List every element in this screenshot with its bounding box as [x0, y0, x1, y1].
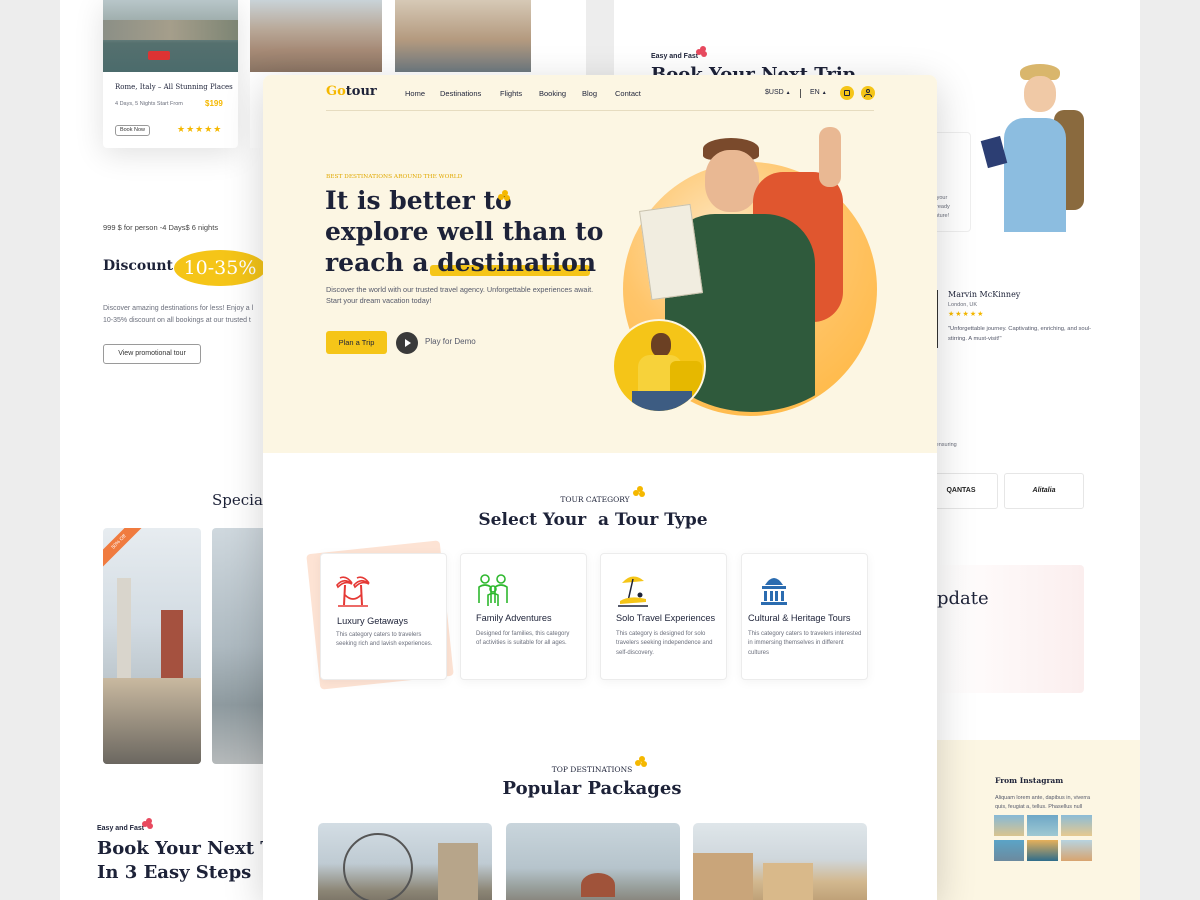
hero-headline-2: explore well than to	[325, 217, 604, 246]
play-demo-label[interactable]: Play for Demo	[425, 337, 476, 346]
shopping-bag-icon[interactable]	[840, 86, 854, 100]
tour-type-card-family[interactable]: Family Adventures Designed for families,…	[460, 553, 587, 680]
rome-photo	[103, 0, 238, 72]
street-photo	[395, 0, 531, 72]
instagram-title: From Instagram	[995, 776, 1064, 785]
nav-divider	[800, 89, 801, 98]
promo-text-2: 10-35% discount on all bookings at our t…	[103, 317, 251, 324]
testimonial-quote: "Unforgettable journey. Captivating, enr…	[948, 326, 1092, 342]
promo-text-1: Discover amazing destinations for less! …	[103, 305, 254, 312]
secondary-traveler-photo	[612, 319, 706, 413]
venice-photo: 50% Off	[103, 528, 201, 764]
steps-eyebrow: Easy and Fast	[97, 825, 145, 832]
partner-qantas-label: QANTAS	[946, 487, 976, 494]
nav-contact[interactable]: Contact	[615, 89, 641, 98]
tour-card-rating: ★★★★★	[177, 124, 223, 134]
book-now-button[interactable]: Book Now	[115, 125, 150, 136]
tour-card-price: $199	[205, 99, 223, 108]
flower-icon	[633, 486, 645, 498]
nav-booking[interactable]: Booking	[539, 89, 566, 98]
flower-icon	[635, 756, 647, 768]
tour-type-desc: Designed for families, this category of …	[476, 631, 570, 647]
testimonial-rating: ★★★★★	[948, 311, 985, 318]
nav-blog[interactable]: Blog	[582, 89, 597, 98]
tour-type-title: Solo Travel Experiences	[616, 613, 716, 623]
hero-headline-1: It is better to	[325, 186, 512, 215]
testimonial-name: Marvin McKinney	[948, 290, 1021, 299]
tour-type-desc: This category is designed for solo trave…	[616, 631, 713, 656]
package-photo-florence[interactable]	[506, 823, 680, 900]
logo-part2: tour	[345, 84, 377, 99]
package-photo-street[interactable]	[693, 823, 867, 900]
temple-icon	[761, 578, 787, 605]
package-photo-london[interactable]	[318, 823, 492, 900]
tour-card-title: Rome, Italy – All Stunning Places	[115, 83, 233, 91]
instagram-grid	[994, 815, 1094, 863]
update-panel	[937, 565, 1084, 693]
hero-description: Discover the world with our trusted trav…	[326, 285, 594, 305]
hero-headline-3-highlight: destination	[437, 248, 597, 277]
palm-trees-hammock-icon	[336, 576, 370, 607]
tour-card: Rome, Italy – All Stunning Places 4 Days…	[103, 0, 238, 148]
instagram-text: Aliquam lorem ante, dapibus in, viverra …	[995, 795, 1091, 810]
tour-type-card-luxury[interactable]: Luxury Getaways This category caters to …	[320, 553, 447, 680]
currency-label: $USD	[765, 89, 784, 96]
discount-badge: 10-35%	[174, 250, 266, 286]
tour-type-desc: This category caters to travelers intere…	[748, 631, 862, 656]
special-heading: Special	[212, 491, 268, 509]
language-select[interactable]: EN ▲	[810, 89, 827, 96]
city-photo	[250, 0, 382, 72]
family-icon	[478, 574, 508, 606]
discount-label: Discount	[103, 258, 174, 274]
tour-type-title: Family Adventures	[476, 613, 552, 623]
tour-type-card-cultural[interactable]: Cultural & Heritage Tours This category …	[741, 553, 868, 680]
hero-headline-3-pre: reach a	[325, 248, 438, 277]
chevron-up-icon: ▲	[821, 90, 827, 96]
hero-headline-3: reach a destination	[325, 248, 596, 277]
view-promotional-tour-button[interactable]: View promotional tour	[103, 344, 201, 364]
snippet-line-2: ready	[936, 204, 950, 210]
nav-destinations[interactable]: Destinations	[440, 89, 481, 98]
discount-ribbon: 50% Off	[103, 528, 145, 568]
logo[interactable]: Gotour	[326, 84, 377, 99]
logo-part1: Go	[326, 84, 346, 99]
hero-eyebrow: BEST DESTINATIONS AROUND THE WORLD	[326, 174, 463, 180]
flower-icon	[696, 46, 708, 58]
currency-select[interactable]: $USD ▲	[765, 89, 791, 96]
steps-heading-2: In 3 Easy Steps	[97, 862, 252, 883]
tour-type-title: Cultural & Heritage Tours	[748, 613, 851, 623]
user-icon[interactable]	[861, 86, 875, 100]
hero-section: Gotour Home Destinations Flights Booking…	[263, 75, 937, 453]
right-eyebrow: Easy and Fast	[651, 53, 699, 60]
beach-umbrella-icon	[618, 576, 648, 607]
chevron-up-icon: ▲	[785, 90, 791, 96]
nav-underline	[326, 110, 874, 111]
promo-meta: 999 $ for person -4 Days$ 6 nights	[103, 223, 219, 232]
plan-trip-button[interactable]: Plan a Trip	[326, 331, 387, 354]
tour-type-card-solo[interactable]: Solo Travel Experiences This category is…	[600, 553, 727, 680]
play-button[interactable]	[396, 332, 418, 354]
nav-home[interactable]: Home	[405, 89, 425, 98]
tour-type-desc: This category caters to travelers seekin…	[336, 632, 433, 648]
language-label: EN	[810, 89, 820, 96]
tour-card-meta: 4 Days, 5 Nights Start From	[115, 101, 183, 107]
traveler-photo	[980, 60, 1094, 232]
top-destinations-eyebrow: TOP DESTINATIONS	[551, 765, 633, 774]
steps-heading-1: Book Your Next Tri	[97, 838, 289, 859]
flower-icon	[498, 190, 510, 202]
tour-type-title: Luxury Getaways	[337, 616, 408, 626]
tour-category-eyebrow: TOUR CATEGORY	[560, 495, 630, 504]
flower-icon	[142, 818, 154, 830]
nav-flights[interactable]: Flights	[500, 89, 522, 98]
update-heading: pdate	[937, 588, 989, 609]
main-page: Gotour Home Destinations Flights Booking…	[263, 75, 937, 900]
popular-packages-title: Popular Packages	[502, 778, 682, 799]
play-icon	[405, 339, 411, 347]
testimonial-location: London, UK	[948, 302, 978, 308]
partner-alitalia-label: Alitalia	[1032, 487, 1056, 494]
tour-category-title: Select Your a Tour Type	[478, 510, 708, 530]
partner-alitalia: Alitalia	[1004, 473, 1084, 509]
